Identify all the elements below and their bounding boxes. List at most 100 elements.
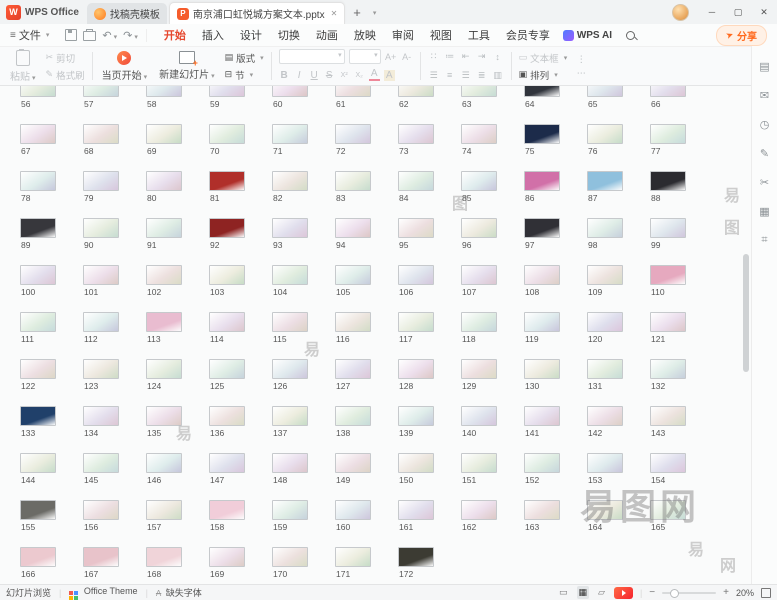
- normal-view-icon[interactable]: ▭: [557, 586, 570, 599]
- slide-thumbnail[interactable]: 128: [398, 359, 434, 406]
- reading-view-icon[interactable]: ▱: [596, 586, 607, 599]
- slide-thumbnail[interactable]: 71: [272, 124, 308, 171]
- text-box-button[interactable]: ▭ 文本框: [519, 51, 568, 65]
- overflow-menu-icon[interactable]: [575, 68, 587, 79]
- slide-thumbnail[interactable]: 124: [146, 359, 182, 406]
- zoom-in-icon[interactable]: [723, 587, 729, 598]
- slide-thumbnail[interactable]: 86: [524, 171, 560, 218]
- slide-thumbnail[interactable]: 170: [272, 547, 308, 584]
- slide-thumbnail[interactable]: 68: [83, 124, 119, 171]
- slide-thumbnail[interactable]: 145: [83, 453, 119, 500]
- slide-thumbnail[interactable]: 139: [398, 406, 434, 453]
- menu-tab[interactable]: 审阅: [385, 25, 421, 45]
- slide-thumbnail[interactable]: 161: [398, 500, 434, 547]
- slide-thumbnail[interactable]: 166: [20, 547, 56, 584]
- slide-thumbnail[interactable]: 82: [272, 171, 308, 218]
- slide-thumbnail[interactable]: 85: [461, 171, 497, 218]
- scrollbar-thumb[interactable]: [743, 254, 749, 372]
- increase-font-icon[interactable]: [385, 52, 397, 62]
- superscript-icon[interactable]: X²: [339, 72, 350, 79]
- slide-thumbnail[interactable]: 160: [335, 500, 371, 547]
- align-left-icon[interactable]: ☰: [428, 70, 440, 81]
- fit-to-window-icon[interactable]: [761, 588, 771, 598]
- missing-font-button[interactable]: A 缺失字体: [156, 586, 202, 599]
- bullets-icon[interactable]: ∷: [428, 51, 440, 62]
- properties-panel-icon[interactable]: ▤: [759, 60, 769, 73]
- slide-thumbnail[interactable]: 98: [587, 218, 623, 265]
- document-tab[interactable]: 找稿壳模板: [87, 3, 167, 24]
- slide-thumbnail[interactable]: 171: [335, 547, 371, 584]
- menu-tab[interactable]: 视图: [423, 25, 459, 45]
- slide-thumbnail[interactable]: 155: [20, 500, 56, 547]
- slide-thumbnail[interactable]: 125: [209, 359, 245, 406]
- slide-thumbnail[interactable]: 147: [209, 453, 245, 500]
- slide-thumbnail[interactable]: 138: [335, 406, 371, 453]
- slide-thumbnail[interactable]: 100: [20, 265, 56, 312]
- slide-thumbnail[interactable]: 72: [335, 124, 371, 171]
- file-menu-button[interactable]: ≡ 文件: [0, 27, 57, 43]
- slide-thumbnail[interactable]: 63: [461, 86, 497, 124]
- search-button[interactable]: [622, 31, 638, 40]
- vertical-scrollbar[interactable]: [743, 86, 749, 580]
- format-painter-button[interactable]: ✎ 格式刷: [46, 68, 85, 82]
- slide-thumbnail[interactable]: 142: [587, 406, 623, 453]
- slide-thumbnail[interactable]: 95: [398, 218, 434, 265]
- slide-thumbnail[interactable]: 61: [335, 86, 371, 124]
- slide-thumbnail[interactable]: 157: [146, 500, 182, 547]
- slide-thumbnail[interactable]: 74: [461, 124, 497, 171]
- slide-thumbnail[interactable]: 96: [461, 218, 497, 265]
- slide-thumbnail[interactable]: 164: [587, 500, 623, 547]
- slide-thumbnail[interactable]: 87: [587, 171, 623, 218]
- slide-thumbnail[interactable]: 78: [20, 171, 56, 218]
- slide-thumbnail[interactable]: 163: [524, 500, 560, 547]
- slide-thumbnail[interactable]: 168: [146, 547, 182, 584]
- slide-thumbnail[interactable]: 101: [83, 265, 119, 312]
- slide-thumbnail[interactable]: 150: [398, 453, 434, 500]
- section-button[interactable]: ⊟ 节: [225, 68, 264, 82]
- save-icon[interactable]: [65, 29, 77, 41]
- slide-thumbnail[interactable]: 84: [398, 171, 434, 218]
- slide-thumbnail[interactable]: 97: [524, 218, 560, 265]
- slide-thumbnail[interactable]: 167: [83, 547, 119, 584]
- slide-thumbnail[interactable]: 115: [272, 312, 308, 359]
- slide-sorter-view-icon[interactable]: ▦: [577, 586, 590, 599]
- slide-thumbnail[interactable]: 64: [524, 86, 560, 124]
- menu-tab[interactable]: 会员专享: [499, 25, 557, 45]
- more-tools-icon[interactable]: [575, 54, 587, 65]
- slide-thumbnail[interactable]: 106: [398, 265, 434, 312]
- font-size-select[interactable]: [349, 49, 381, 64]
- slide-thumbnail[interactable]: 94: [335, 218, 371, 265]
- slide-thumbnail[interactable]: 65: [587, 86, 623, 124]
- slide-thumbnail[interactable]: 67: [20, 124, 56, 171]
- zoom-slider[interactable]: [662, 592, 716, 594]
- slide-thumbnail[interactable]: 140: [461, 406, 497, 453]
- slide-thumbnail[interactable]: 132: [650, 359, 686, 406]
- slide-thumbnail[interactable]: 116: [335, 312, 371, 359]
- slide-thumbnail[interactable]: 146: [146, 453, 182, 500]
- menu-tab[interactable]: 工具: [461, 25, 497, 45]
- slide-thumbnail[interactable]: 111: [20, 312, 56, 359]
- slide-thumbnail[interactable]: 89: [20, 218, 56, 265]
- slide-thumbnail[interactable]: 118: [461, 312, 497, 359]
- slide-thumbnail[interactable]: 153: [587, 453, 623, 500]
- slide-thumbnail[interactable]: 154: [650, 453, 686, 500]
- undo-icon[interactable]: [102, 29, 117, 42]
- slide-thumbnail[interactable]: 121: [650, 312, 686, 359]
- zoom-out-icon[interactable]: [649, 587, 655, 598]
- slide-thumbnail[interactable]: 136: [209, 406, 245, 453]
- theme-button[interactable]: Office Theme: [69, 586, 137, 600]
- slide-thumbnail[interactable]: 120: [587, 312, 623, 359]
- slide-thumbnail[interactable]: 158: [209, 500, 245, 547]
- print-icon[interactable]: [83, 31, 96, 41]
- decrease-indent-icon[interactable]: ⇤: [460, 51, 472, 62]
- zoom-slider-knob[interactable]: [670, 589, 679, 598]
- slide-thumbnail[interactable]: 83: [335, 171, 371, 218]
- slide-thumbnail[interactable]: 122: [20, 359, 56, 406]
- slide-thumbnail[interactable]: 107: [461, 265, 497, 312]
- slide-thumbnail[interactable]: 117: [398, 312, 434, 359]
- qr-code-icon[interactable]: ⌗: [761, 234, 767, 247]
- menu-tab[interactable]: 切换: [271, 25, 307, 45]
- slide-thumbnail[interactable]: 131: [587, 359, 623, 406]
- slide-thumbnail[interactable]: 79: [83, 171, 119, 218]
- slide-thumbnail[interactable]: 59: [209, 86, 245, 124]
